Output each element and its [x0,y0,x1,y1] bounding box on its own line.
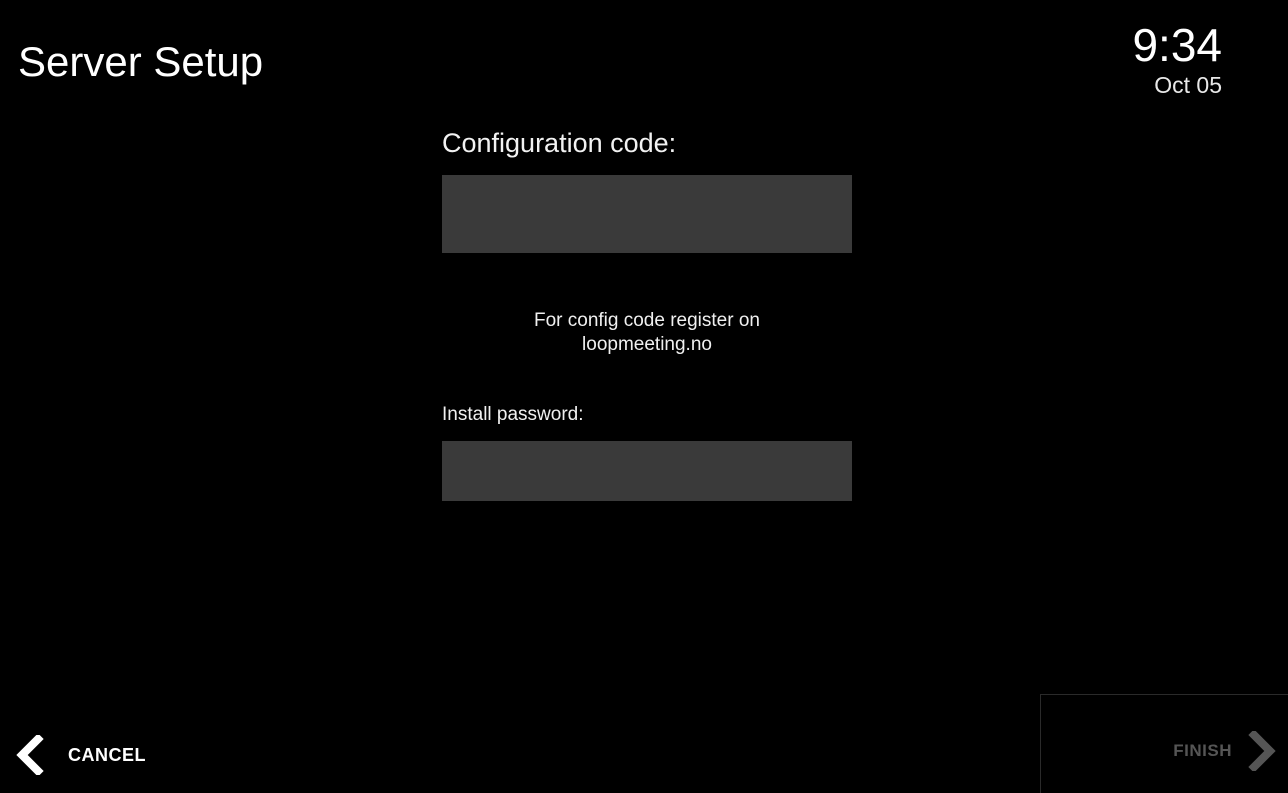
configuration-code-label: Configuration code: [442,128,677,158]
config-code-hint: For config code register on loopmeeting.… [442,309,852,357]
setup-form: Configuration code: For config code regi… [442,126,852,501]
finish-label: FINISH [1173,741,1232,760]
clock-time: 9:34 [1132,19,1222,71]
cancel-label: CANCEL [68,744,146,765]
hint-line-1: For config code register on [533,310,760,331]
hint-line-2: loopmeeting.no [582,334,712,355]
server-setup-screen: Server Setup 9:34 Oct 05 Configuration c… [0,0,1288,793]
finish-button[interactable]: FINISH [1040,694,1288,793]
clock: 9:34 Oct 05 [1132,20,1222,98]
install-password-label: Install password: [442,404,584,425]
chevron-right-icon [1248,731,1276,771]
page-title: Server Setup [18,38,264,85]
clock-date: Oct 05 [1154,72,1222,98]
cancel-button[interactable]: CANCEL [14,730,146,780]
install-password-input[interactable] [442,441,852,501]
configuration-code-input[interactable] [442,175,852,253]
chevron-left-icon [14,735,44,775]
